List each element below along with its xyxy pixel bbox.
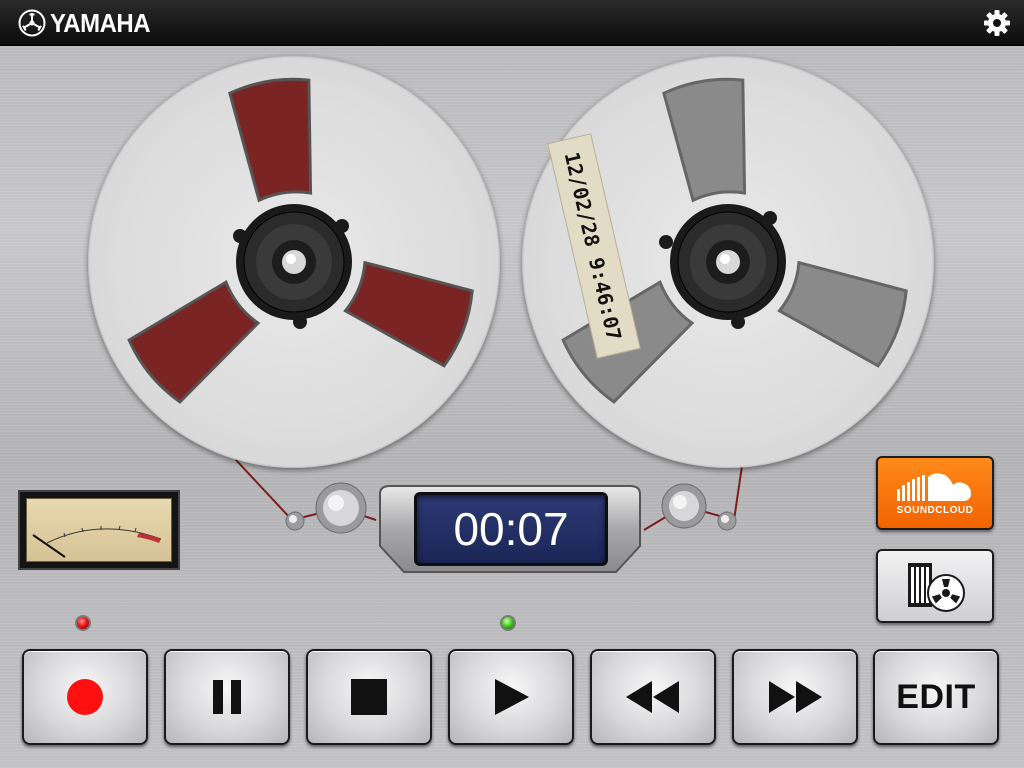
pause-icon bbox=[213, 680, 241, 714]
play-button[interactable] bbox=[448, 649, 574, 745]
play-icon bbox=[495, 679, 529, 715]
record-indicator-led bbox=[75, 615, 91, 631]
record-button[interactable] bbox=[22, 649, 148, 745]
soundcloud-icon bbox=[897, 472, 971, 501]
time-counter: 00:07 bbox=[414, 492, 608, 566]
record-icon bbox=[67, 679, 103, 715]
right-reel[interactable]: 12/02/28 9:46:07 bbox=[522, 56, 934, 468]
fast-forward-button[interactable] bbox=[732, 649, 858, 745]
edit-label: EDIT bbox=[896, 677, 976, 716]
tape-library-button[interactable] bbox=[876, 549, 994, 623]
soundcloud-label: SOUNDCLOUD bbox=[896, 504, 974, 516]
stop-button[interactable] bbox=[306, 649, 432, 745]
left-reel-hub bbox=[233, 204, 352, 329]
pause-button[interactable] bbox=[164, 649, 290, 745]
level-meter bbox=[18, 490, 180, 570]
rewind-icon bbox=[626, 681, 679, 713]
left-reel[interactable] bbox=[88, 56, 500, 468]
fast-forward-icon bbox=[769, 681, 822, 713]
tape-library-icon bbox=[908, 563, 965, 612]
play-indicator-led bbox=[500, 615, 516, 631]
meter-needle bbox=[32, 534, 66, 558]
rewind-button[interactable] bbox=[590, 649, 716, 745]
soundcloud-button[interactable]: SOUNDCLOUD bbox=[876, 456, 994, 530]
edit-button[interactable]: EDIT bbox=[873, 649, 999, 745]
stop-icon bbox=[351, 679, 387, 715]
meter-face bbox=[26, 498, 172, 562]
tape-label-sticker: 12/02/28 9:46:07 bbox=[547, 133, 641, 359]
